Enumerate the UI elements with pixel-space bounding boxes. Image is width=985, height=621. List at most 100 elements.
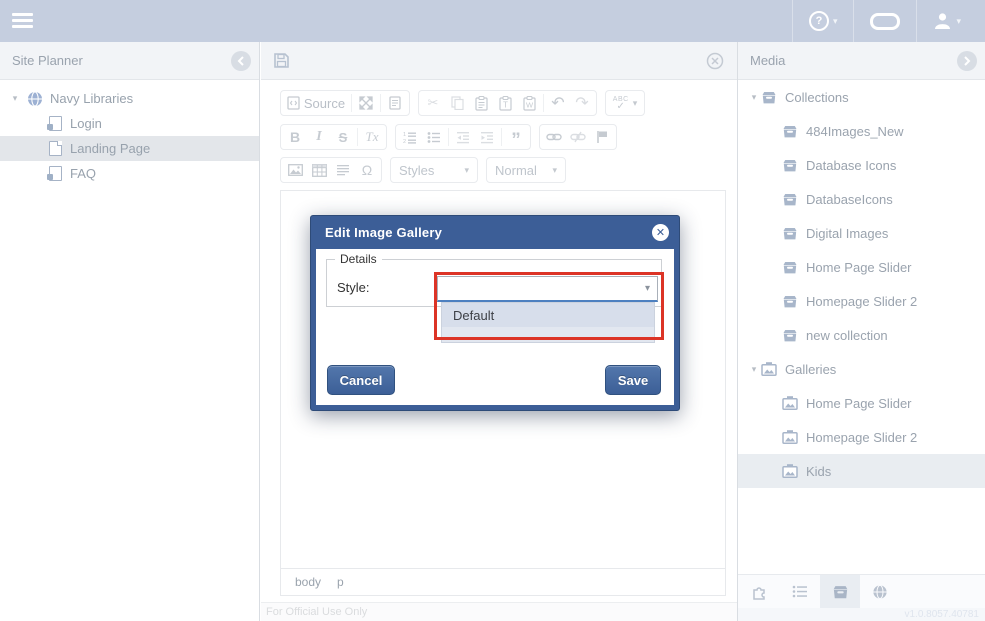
dropdown-option-default[interactable]: Default [442, 303, 654, 327]
collapse-panel-button[interactable] [231, 51, 251, 71]
collection-box-icon [832, 585, 849, 599]
clipboard-word-icon: W [523, 96, 536, 111]
cut-button[interactable]: ✂ [421, 92, 445, 114]
clipboard-text-icon: T [499, 96, 512, 111]
save-button[interactable] [273, 52, 290, 69]
collection-box-icon [780, 227, 800, 240]
indent-button[interactable] [475, 126, 499, 148]
link-button[interactable] [542, 126, 566, 148]
web-tab[interactable] [860, 575, 900, 608]
maximize-button[interactable] [354, 92, 378, 114]
paste-text-button[interactable]: T [493, 92, 517, 114]
toolbar-group-lists: 1 2 [395, 124, 531, 150]
editor-toolbar-row-2: B I S Tx 1 2 [280, 124, 625, 150]
blockquote-button[interactable]: ” [504, 126, 528, 148]
expand-panel-button[interactable] [957, 51, 977, 71]
horizontal-rule-button[interactable] [331, 159, 355, 181]
media-item[interactable]: Homepage Slider 2 [738, 420, 985, 454]
edit-image-gallery-dialog: Edit Image Gallery ✕ Details Style: ▾ De… [310, 215, 680, 411]
source-button[interactable]: Source [283, 92, 349, 114]
hamburger-menu-icon[interactable] [12, 13, 33, 29]
dialog-close-button[interactable]: ✕ [652, 224, 669, 241]
close-x-icon: ✕ [656, 226, 665, 239]
page-locked-icon [46, 166, 64, 181]
tree-item-faq[interactable]: FAQ [0, 161, 259, 186]
remove-format-button[interactable]: Tx [360, 126, 384, 148]
media-item[interactable]: new collection [738, 318, 985, 352]
expand-caret-icon[interactable]: ▾ [10, 93, 20, 104]
element-path-body[interactable]: body [295, 575, 321, 589]
site-planner-panel: Site Planner ▾ Navy Libraries [0, 42, 260, 621]
outdent-button[interactable] [451, 126, 475, 148]
media-item[interactable]: Homepage Slider 2 [738, 284, 985, 318]
spellcheck-button[interactable]: ABC ✓ ▾ [608, 92, 642, 114]
bullet-list-button[interactable] [422, 126, 446, 148]
tree-item-navy-libraries[interactable]: ▾ Navy Libraries [0, 86, 259, 111]
media-item[interactable]: Database Icons [738, 148, 985, 182]
expand-caret-icon[interactable]: ▾ [749, 364, 759, 375]
templates-button[interactable] [383, 92, 407, 114]
redo-button[interactable]: ↷ [570, 92, 594, 114]
insert-table-button[interactable] [307, 159, 331, 181]
user-menu-button[interactable]: ▾ [917, 0, 977, 42]
media-item[interactable]: 484Images_New [738, 114, 985, 148]
indent-icon [480, 131, 494, 144]
format-dropdown[interactable]: Normal ▾ [486, 157, 566, 183]
styles-dropdown[interactable]: Styles ▾ [390, 157, 478, 183]
svg-text:T: T [503, 100, 508, 109]
anchor-button[interactable] [590, 126, 614, 148]
media-item-kids[interactable]: Kids [738, 454, 985, 488]
collections-tab[interactable] [820, 575, 860, 608]
version-label: v1.0.8057.40781 [738, 608, 985, 621]
element-path-p[interactable]: p [337, 575, 344, 589]
collection-box-icon [780, 295, 800, 308]
dialog-title: Edit Image Gallery [325, 216, 442, 249]
italic-button[interactable]: I [307, 126, 331, 148]
media-item-label: Database Icons [806, 158, 896, 173]
toolbar-group-document: Source [280, 90, 410, 116]
media-item[interactable]: Home Page Slider [738, 386, 985, 420]
list-view-tab[interactable] [780, 575, 820, 608]
close-editor-button[interactable] [706, 52, 724, 70]
special-char-button[interactable]: Ω [355, 159, 379, 181]
tray-button[interactable] [854, 0, 916, 42]
media-item-galleries[interactable]: ▾ Galleries [738, 352, 985, 386]
style-label: Style: [337, 280, 370, 295]
paste-button[interactable] [469, 92, 493, 114]
expand-caret-icon[interactable]: ▾ [749, 92, 759, 103]
media-item-label: new collection [806, 328, 888, 343]
insert-image-button[interactable] [283, 159, 307, 181]
site-planner-header: Site Planner [0, 42, 259, 80]
tree-item-label: Navy Libraries [50, 91, 133, 106]
widgets-tab[interactable] [740, 575, 780, 608]
undo-button[interactable]: ↶ [546, 92, 570, 114]
bold-button[interactable]: B [283, 126, 307, 148]
chevron-right-icon [963, 56, 971, 66]
document-template-icon [389, 96, 401, 110]
help-menu-button[interactable]: ? ▾ [793, 0, 854, 42]
media-item[interactable]: DatabaseIcons [738, 182, 985, 216]
copy-button[interactable] [445, 92, 469, 114]
unlink-button[interactable] [566, 126, 590, 148]
editor-toolbar-row-3: Ω Styles ▾ Normal ▾ [280, 157, 574, 183]
top-bar: ? ▾ ▾ [0, 0, 985, 42]
chevron-down-icon: ▾ [552, 165, 557, 176]
media-item-collections[interactable]: ▾ Collections [738, 80, 985, 114]
media-item[interactable]: Home Page Slider [738, 250, 985, 284]
source-label: Source [304, 96, 345, 111]
link-chain-icon [546, 132, 562, 142]
media-item[interactable]: Digital Images [738, 216, 985, 250]
paste-word-button[interactable]: W [517, 92, 541, 114]
tree-item-label: Login [70, 116, 102, 131]
strikethrough-button[interactable]: S [331, 126, 355, 148]
source-code-icon [287, 96, 300, 110]
tree-item-landing-page[interactable]: Landing Page [0, 136, 259, 161]
media-tree: ▾ Collections 484Images_New [738, 80, 985, 488]
cancel-button[interactable]: Cancel [327, 365, 395, 395]
save-button[interactable]: Save [605, 365, 661, 395]
undo-arrow-icon: ↶ [551, 93, 564, 113]
tree-item-login[interactable]: Login [0, 111, 259, 136]
chevron-down-icon: ▾ [645, 283, 650, 294]
numbered-list-button[interactable]: 1 2 [398, 126, 422, 148]
style-dropdown[interactable]: ▾ [437, 276, 658, 302]
